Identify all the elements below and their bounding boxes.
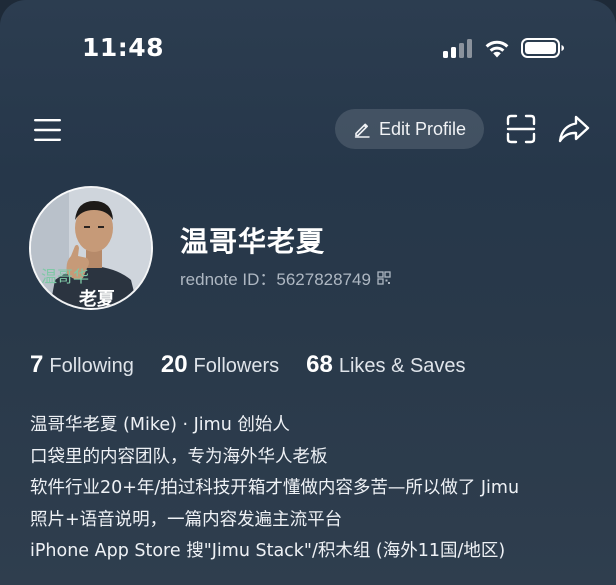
likes-saves-count: 68 [306, 351, 333, 378]
bio-line: iPhone App Store 搜"Jimu Stack"/积木组 (海外11… [30, 541, 506, 561]
scan-icon[interactable] [505, 113, 537, 145]
bio-line: 温哥华老夏 (Mike) · Jimu 创始人 [30, 415, 290, 435]
followers-count: 20 [160, 351, 188, 378]
rednote-id-row[interactable]: rednote ID：5627828749 [180, 265, 391, 290]
avatar-caption-top: 温哥华 [41, 267, 90, 286]
profile-bio: 温哥华老夏 (Mike) · Jimu 创始人 口袋里的内容团队，专为海外华人老… [30, 410, 610, 568]
rednote-id: rednote ID：5627828749 [180, 270, 371, 289]
edit-profile-label: Edit Profile [378, 118, 467, 139]
avatar-caption-bottom: 老夏 [79, 289, 115, 310]
bio-line: 照片+语音说明，一篇内容发遍主流平台 [30, 509, 343, 530]
avatar[interactable]: 温哥华 老夏 [29, 186, 153, 310]
qr-code-icon[interactable] [377, 270, 391, 285]
battery-icon [521, 38, 564, 58]
following-label: Following [49, 355, 134, 377]
following-stat[interactable]: 7 Following [30, 351, 134, 379]
likes-saves-stat[interactable]: 68 Likes & Saves [306, 351, 465, 379]
followers-label: Followers [193, 355, 280, 377]
profile-screen: 11:48 Edit Profile 温哥华 老夏 温哥华老夏 rednote … [0, 0, 616, 585]
cellular-signal-icon [443, 38, 473, 58]
pencil-icon [354, 123, 370, 138]
likes-saves-label: Likes & Saves [338, 355, 466, 377]
followers-stat[interactable]: 20 Followers [161, 351, 279, 379]
edit-profile-button[interactable]: Edit Profile [335, 109, 484, 149]
wifi-icon [485, 40, 509, 58]
following-count: 7 [30, 351, 44, 378]
profile-name: 温哥华老夏 [180, 225, 326, 258]
bio-line: 软件行业20+年/拍过科技开箱才懂做内容多苦—所以做了 Jimu [30, 478, 520, 498]
status-time: 11:48 [82, 33, 165, 62]
profile-stats: 7 Following 20 Followers 68 Likes & Save… [30, 351, 493, 379]
hamburger-menu-icon[interactable] [32, 117, 64, 143]
bio-line: 口袋里的内容团队，专为海外华人老板 [30, 446, 328, 467]
share-icon[interactable] [557, 113, 591, 145]
